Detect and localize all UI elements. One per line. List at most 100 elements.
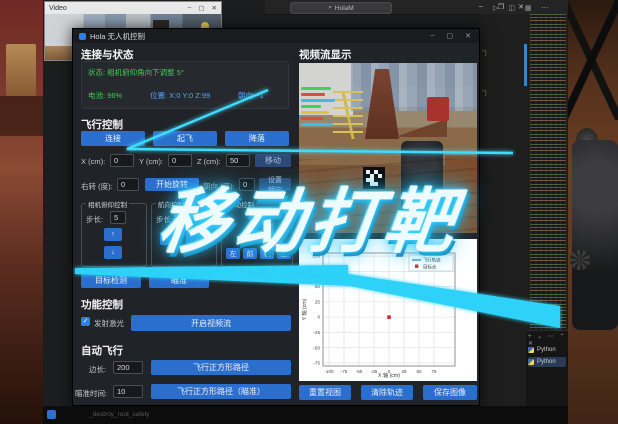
rotate-label: 右转 (度): [81, 181, 113, 192]
svg-text:-25: -25 [371, 369, 378, 374]
camera-feed-image [299, 63, 477, 233]
terminal-tab-python-2[interactable]: Python [528, 357, 566, 367]
vscode-editor-column: ")") + ⌄ ⋯ ⌃ ✕ Python Python [480, 14, 568, 408]
terminal-tab-python-1[interactable]: Python [528, 345, 566, 355]
move-left-button[interactable]: 左 [226, 248, 240, 259]
yaw-input[interactable] [239, 178, 255, 191]
room-photo-left [0, 0, 43, 424]
app-close-button[interactable]: ✕ [465, 32, 471, 40]
start-stream-button[interactable]: 开启视频流 [131, 315, 291, 331]
bottom-console-bar: _destroy_root_safely [43, 406, 568, 424]
z-input[interactable] [226, 154, 250, 167]
camera-step-input[interactable] [110, 211, 126, 224]
video-window-title: Video [49, 5, 67, 12]
app-minimize-button[interactable]: – [431, 32, 435, 40]
drone-control-window: Hola 无人机控制 – ▢ ✕ 连接与状态 状态: 相机俯仰角向下调整 5° … [72, 28, 480, 406]
vscode-minimize-button[interactable]: – [473, 0, 489, 13]
takeoff-button[interactable]: 起飞 [153, 131, 217, 146]
vscode-run-toolbar-icons[interactable]: ▷ ◫ ▦ ⋯ [493, 4, 552, 12]
svg-text:75: 75 [431, 369, 437, 374]
feed-curtains [351, 63, 477, 111]
move-back-button[interactable]: 后 [277, 248, 291, 259]
fly-square-aim-button[interactable]: 飞行正方形路径（瞄准） [151, 384, 291, 399]
section-connection-header: 连接与状态 [81, 47, 134, 62]
move-group: 移动控制 左 前 右 后 [221, 203, 293, 267]
aruco-marker [363, 167, 385, 189]
move-group-title: 移动控制 [226, 199, 256, 209]
section-auto-header: 自动飞行 [81, 343, 123, 358]
aim-button[interactable]: 瞄准 [149, 273, 209, 288]
video-maximize-button[interactable]: ▢ [198, 4, 204, 12]
svg-text:-100: -100 [324, 369, 334, 374]
svg-text:50: 50 [315, 284, 321, 289]
heading-step-label: 步长: [156, 214, 173, 225]
x-input[interactable] [110, 154, 134, 167]
start-rotate-button[interactable]: 开始旋转 [145, 178, 199, 191]
svg-text:25: 25 [401, 369, 407, 374]
section-function-header: 功能控制 [81, 297, 123, 312]
clear-track-button[interactable]: 清除轨迹 [361, 385, 413, 400]
target-detect-button[interactable]: 目标检测 [81, 273, 141, 288]
app-titlebar[interactable]: Hola 无人机控制 – ▢ ✕ [73, 29, 479, 43]
side-length-label: 边长: [89, 364, 106, 375]
svg-text:50: 50 [416, 369, 422, 374]
trajectory-chart: -100-75-50-2502550751007550250-25-50-75X… [299, 239, 477, 381]
video-panel-header: 视频流显示 [299, 47, 352, 62]
svg-text:75: 75 [315, 269, 321, 274]
vscode-search-box[interactable]: ⌕ HolaM [290, 2, 392, 14]
aim-time-input[interactable] [113, 385, 143, 398]
reset-view-button[interactable]: 重置视图 [299, 385, 351, 400]
heading-group-title: 航向控制 [156, 199, 186, 209]
land-button[interactable]: 降落 [225, 131, 289, 146]
heading-text: 朝向: -1 [238, 90, 264, 101]
svg-text:-25: -25 [313, 330, 320, 335]
feed-telemetry-overlay [301, 87, 335, 129]
pitch-up-button[interactable]: ↑ [104, 228, 122, 241]
move-button[interactable]: 移动 [255, 154, 291, 167]
taskbar-app-icon[interactable] [47, 410, 56, 419]
editor-scrollbar[interactable] [524, 44, 527, 86]
svg-text:飞行轨迹: 飞行轨迹 [423, 257, 441, 264]
laser-checkbox[interactable]: ✓ [81, 317, 90, 326]
code-minimap[interactable] [530, 14, 566, 330]
set-yaw-button[interactable]: 设置朝向 [259, 178, 291, 191]
python-icon [528, 359, 534, 365]
connect-button[interactable]: 连接 [81, 131, 145, 146]
x-label: X (cm): [81, 157, 105, 166]
vscode-titlebar: ⌕ HolaM – ❐ ✕ ▷ ◫ ▦ ⋯ [265, 0, 568, 15]
svg-text:-50: -50 [313, 345, 320, 350]
svg-text:-75: -75 [341, 369, 348, 374]
fly-square-button[interactable]: 飞行正方形路径 [151, 360, 291, 375]
video-minimize-button[interactable]: – [188, 4, 192, 12]
svg-text:-75: -75 [313, 361, 320, 366]
search-icon: ⌕ [328, 4, 332, 12]
svg-text:Y 轴 (cm): Y 轴 (cm) [300, 298, 308, 320]
camera-step-label: 步长: [86, 214, 103, 225]
app-maximize-button[interactable]: ▢ [447, 32, 454, 40]
svg-text:-50: -50 [356, 369, 363, 374]
section-flight-header: 飞行控制 [81, 117, 123, 132]
y-input[interactable] [168, 154, 192, 167]
video-close-button[interactable]: ✕ [212, 4, 217, 12]
aim-time-label: 瞄准时间: [75, 388, 107, 399]
screenshot-root: ⌕ HolaM – ❐ ✕ ▷ ◫ ▦ ⋯ ")") + ⌄ ⋯ ⌃ ✕ Pyt… [0, 0, 618, 424]
heading-group: 航向控制 步长: ← → [151, 203, 217, 267]
z-label: Z (cm): [197, 157, 221, 166]
tripod-legs [568, 0, 618, 120]
console-output-text: _destroy_root_safely [89, 411, 149, 418]
heading-left-button[interactable]: ← [160, 232, 180, 245]
svg-text:100: 100 [312, 254, 320, 259]
heading-right-button[interactable]: → [186, 232, 206, 245]
side-length-input[interactable] [113, 361, 143, 374]
pitch-down-button[interactable]: ↓ [104, 246, 122, 259]
save-image-button[interactable]: 保存图像 [423, 385, 477, 400]
rotate-input[interactable] [117, 178, 139, 191]
heading-step-input[interactable] [180, 211, 196, 224]
camera-pitch-group-title: 相机俯仰控制 [86, 199, 129, 209]
move-right-button[interactable]: 右 [260, 248, 274, 259]
move-forward-button[interactable]: 前 [243, 248, 257, 259]
laser-label: 发射激光 [94, 318, 124, 329]
video-window-titlebar[interactable]: Video – ▢ ✕ [45, 2, 221, 14]
svg-text:X 轴 (cm): X 轴 (cm) [378, 371, 400, 379]
app-title: Hola 无人机控制 [90, 31, 145, 42]
